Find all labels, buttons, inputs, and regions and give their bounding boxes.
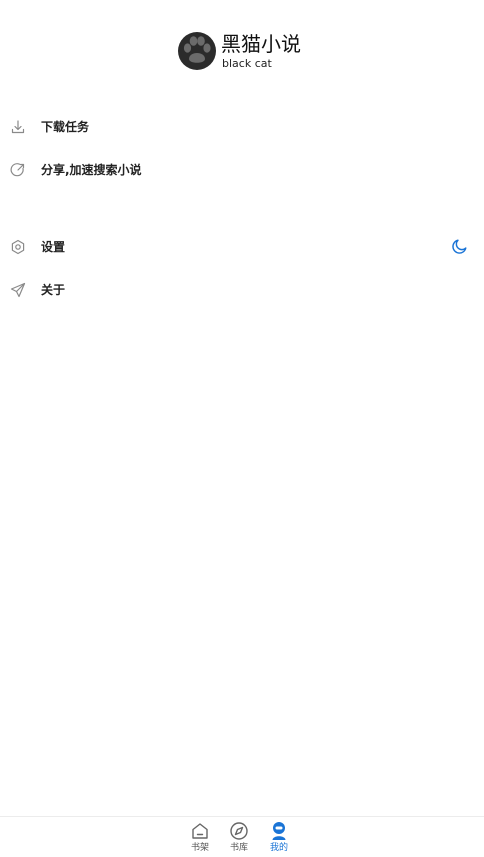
tab-bookshelf[interactable]: 书架 — [182, 821, 218, 857]
moon-icon[interactable] — [451, 238, 468, 255]
app-title: 黑猫小说 — [221, 32, 301, 56]
tab-library[interactable]: 书库 — [221, 821, 257, 857]
download-icon — [11, 120, 25, 134]
compass-icon — [230, 822, 248, 840]
hexagon-settings-icon — [11, 239, 25, 255]
menu-item-share[interactable]: 分享,加速搜索小说 — [0, 149, 484, 191]
tab-label-mine: 我的 — [269, 843, 288, 853]
user-icon — [272, 822, 286, 840]
menu-item-download[interactable]: 下载任务 — [0, 106, 484, 148]
tab-label-library: 书库 — [229, 843, 248, 853]
tab-label-bookshelf: 书架 — [190, 843, 209, 853]
tab-mine[interactable]: 我的 — [261, 821, 297, 857]
menu-item-settings[interactable]: 设置 — [0, 226, 484, 268]
bottom-nav: 书架 书库 我的 — [0, 816, 484, 856]
menu-label-share: 分享,加速搜索小说 — [41, 163, 142, 177]
menu-label-settings: 设置 — [41, 240, 66, 254]
paw-icon — [178, 32, 216, 70]
menu-item-about[interactable]: 关于 — [0, 269, 484, 311]
home-icon — [192, 823, 208, 839]
app-subtitle: black cat — [222, 57, 272, 70]
menu-label-download: 下载任务 — [41, 120, 90, 134]
app-header: 黑猫小说 black cat — [0, 30, 484, 72]
paper-plane-icon — [10, 282, 26, 298]
share-icon — [10, 163, 25, 177]
menu-label-about: 关于 — [41, 283, 66, 297]
